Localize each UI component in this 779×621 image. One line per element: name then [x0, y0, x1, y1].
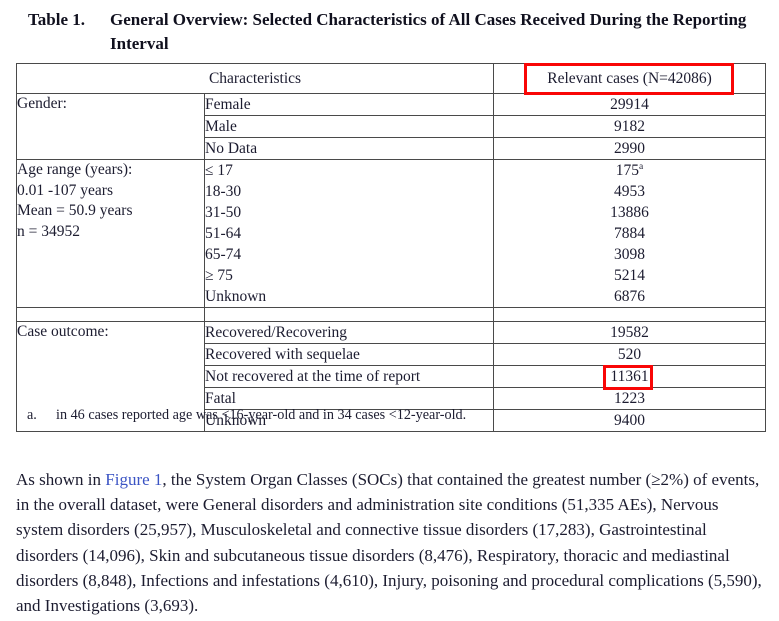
row-item-value: 6876 — [493, 286, 767, 308]
age-label-line: 0.01 -107 years — [17, 181, 113, 199]
age-label-line: Age range (years): — [17, 161, 133, 178]
spacer-cell — [16, 307, 205, 322]
table-caption: Table 1. General Overview: Selected Chara… — [28, 8, 766, 56]
row-item-value: 4953 — [493, 181, 767, 202]
row-item-label: 18-30 — [203, 181, 495, 202]
row-item-label: 51-64 — [203, 223, 495, 244]
table-footnote: a. in 46 cases reported age was <16-year-… — [27, 406, 747, 425]
row-item-value: 11361 — [493, 365, 767, 388]
table-body: Gender: Female 29914 Male 9182 No Data 2… — [16, 93, 767, 432]
footnote-marker: a. — [27, 407, 37, 423]
spacer-cell — [493, 307, 767, 322]
row-item-value: 29914 — [493, 93, 767, 116]
figure-1-link[interactable]: Figure 1 — [105, 470, 162, 489]
row-item-label: 31-50 — [203, 202, 495, 223]
paragraph-text-before-link: As shown in — [16, 470, 106, 489]
row-item-label: ≤ 17 — [203, 159, 495, 181]
paragraph-text-after-link: , the System Organ Classes (SOCs) that c… — [16, 470, 762, 616]
table-row: Gender: Female 29914 — [16, 93, 767, 160]
group-label-gender: Gender: — [16, 93, 205, 160]
characteristics-table-container: Characteristics Relevant cases (N=42086)… — [15, 63, 767, 432]
row-item-value: 19582 — [493, 321, 767, 344]
row-item-label: No Data — [203, 137, 495, 160]
footnote-text: in 46 cases reported age was <16-year-ol… — [56, 407, 467, 423]
age-label-line: Mean = 50.9 years — [17, 202, 133, 220]
row-item-value: 175a — [493, 159, 767, 181]
row-item-value: 9182 — [493, 115, 767, 138]
table-caption-text: General Overview: Selected Characteristi… — [110, 10, 747, 53]
table-header-row: Characteristics Relevant cases (N=42086) — [15, 63, 767, 94]
body-paragraph: As shown in Figure 1, the System Organ C… — [16, 467, 764, 618]
row-item-value: 3098 — [493, 244, 767, 265]
table-row: Case outcome: Recovered/Recovering 19582 — [16, 321, 767, 432]
row-item-label: Female — [203, 93, 495, 116]
row-item-value-text: 175 — [615, 162, 640, 179]
row-item-value: 13886 — [493, 202, 767, 223]
age-label-line: n = 34952 — [17, 222, 80, 240]
table-spacer-row — [16, 307, 767, 322]
row-item-value: 520 — [493, 343, 767, 366]
row-item-label: Recovered/Recovering — [203, 321, 495, 344]
row-item-value: 2990 — [493, 137, 767, 160]
footnote-marker-a: a — [639, 161, 644, 172]
row-item-label: 65-74 — [203, 244, 495, 265]
row-item-label: ≥ 75 — [203, 265, 495, 286]
row-item-label: Not recovered at the time of report — [203, 365, 495, 388]
spacer-cell — [203, 307, 495, 322]
column-header-relevant-cases: Relevant cases (N=42086) — [493, 63, 767, 94]
column-header-characteristics: Characteristics — [15, 63, 495, 94]
characteristics-table: Characteristics Relevant cases (N=42086)… — [15, 63, 767, 432]
row-item-label: Recovered with sequelae — [203, 343, 495, 366]
row-item-value: 7884 — [493, 223, 767, 244]
group-label-age-range: Age range (years): 0.01 -107 years Mean … — [16, 159, 205, 308]
row-item-value: 5214 — [493, 265, 767, 286]
table-caption-label: Table 1. — [28, 10, 86, 29]
table-row: Age range (years): 0.01 -107 years Mean … — [16, 159, 767, 308]
row-item-label: Unknown — [203, 286, 495, 308]
table-head: Characteristics Relevant cases (N=42086) — [15, 63, 767, 94]
row-item-label: Male — [203, 115, 495, 138]
